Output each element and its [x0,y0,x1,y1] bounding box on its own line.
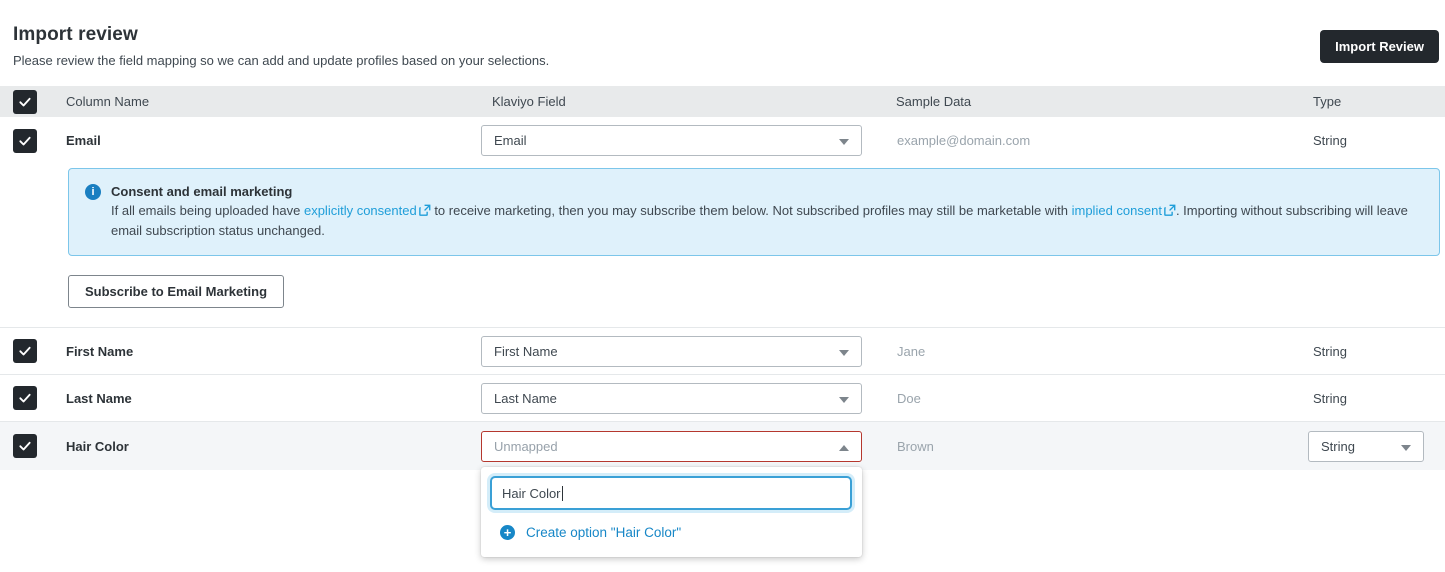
page-subtitle: Please review the field mapping so we ca… [13,53,1432,68]
klaviyo-field-select-first-name[interactable]: First Name [481,336,862,367]
table-row-hair-color: Hair Color Unmapped Brown String [0,421,1445,470]
klaviyo-field-cell: First Name [481,336,895,367]
sample-data-value: example@domain.com [895,133,1308,148]
column-name-label: Email [53,133,481,148]
consent-callout-text: If all emails being uploaded have explic… [111,201,1423,240]
page-header: Import review Please review the field ma… [0,0,1445,86]
column-header-sample-data: Sample Data [895,94,1308,109]
klaviyo-field-select-last-name[interactable]: Last Name [481,383,862,414]
selected-field-value: Email [494,133,527,148]
explicitly-consented-link[interactable]: explicitly consented [304,203,417,218]
select-all-checkbox[interactable] [13,90,37,114]
chevron-down-icon [839,139,849,145]
klaviyo-field-select-hair-color[interactable]: Unmapped [481,431,862,462]
table-row-first-name: First Name First Name Jane String [0,327,1445,374]
import-review-page: Import review Please review the field ma… [0,0,1445,572]
consent-text-1: If all emails being uploaded have [111,203,304,218]
checkmark-icon [18,95,32,109]
row-checkbox-last-name[interactable] [13,386,37,410]
field-dropdown-panel: Hair Color + Create option "Hair Color" [481,467,862,557]
field-search-value: Hair Color [502,486,561,501]
column-name-label: Hair Color [53,439,481,454]
klaviyo-field-cell: Unmapped [481,431,895,462]
import-review-button[interactable]: Import Review [1320,30,1439,63]
type-cell: String [1308,431,1445,462]
create-option-label: Create option "Hair Color" [526,525,681,540]
subscribe-email-marketing-button[interactable]: Subscribe to Email Marketing [68,275,284,308]
type-select-hair-color[interactable]: String [1308,431,1424,462]
klaviyo-field-cell: Last Name [481,383,895,414]
chevron-down-icon [839,397,849,403]
chevron-down-icon [1401,445,1411,451]
row-checkbox-cell [0,386,53,410]
sample-data-value: Jane [895,344,1308,359]
column-name-label: First Name [53,344,481,359]
chevron-down-icon [839,350,849,356]
row-checkbox-cell [0,339,53,363]
row-checkbox-cell [0,434,53,458]
consent-section: i Consent and email marketing If all ema… [0,164,1445,327]
column-header-klaviyo-field: Klaviyo Field [481,94,895,109]
column-header-type: Type [1308,94,1445,109]
chevron-up-icon [839,445,849,451]
info-icon: i [85,184,101,200]
checkmark-icon [18,391,32,405]
row-checkbox-hair-color[interactable] [13,434,37,458]
text-cursor [562,486,563,501]
type-value: String [1308,133,1445,148]
type-value: String [1308,391,1445,406]
checkmark-icon [18,344,32,358]
external-link-icon [419,202,431,221]
row-checkbox-first-name[interactable] [13,339,37,363]
klaviyo-field-select-email[interactable]: Email [481,125,862,156]
selected-field-value: Unmapped [494,439,558,454]
plus-circle-icon: + [500,525,515,540]
external-link-icon [1164,202,1176,221]
consent-callout-body: Consent and email marketing If all email… [111,182,1423,240]
create-option-item[interactable]: + Create option "Hair Color" [490,510,852,549]
column-header-column-name: Column Name [53,94,481,109]
sample-data-value: Doe [895,391,1308,406]
column-name-label: Last Name [53,391,481,406]
selected-type-value: String [1321,439,1355,454]
table-row-last-name: Last Name Last Name Doe String [0,374,1445,421]
checkmark-icon [18,439,32,453]
type-value: String [1308,344,1445,359]
consent-callout: i Consent and email marketing If all ema… [68,168,1440,256]
row-checkbox-cell [0,129,53,153]
implied-consent-link[interactable]: implied consent [1072,203,1162,218]
selected-field-value: First Name [494,344,558,359]
table-row-email: Email Email example@domain.com String [0,117,1445,164]
row-checkbox-email[interactable] [13,129,37,153]
klaviyo-field-cell: Email [481,125,895,156]
field-search-input[interactable]: Hair Color [490,476,852,510]
selected-field-value: Last Name [494,391,557,406]
table-header-row: Column Name Klaviyo Field Sample Data Ty… [0,86,1445,117]
consent-callout-title: Consent and email marketing [111,182,1423,201]
consent-text-2: to receive marketing, then you may subsc… [431,203,1072,218]
header-checkbox-cell [0,90,53,114]
checkmark-icon [18,134,32,148]
page-title: Import review [13,24,1432,46]
sample-data-value: Brown [895,439,1308,454]
